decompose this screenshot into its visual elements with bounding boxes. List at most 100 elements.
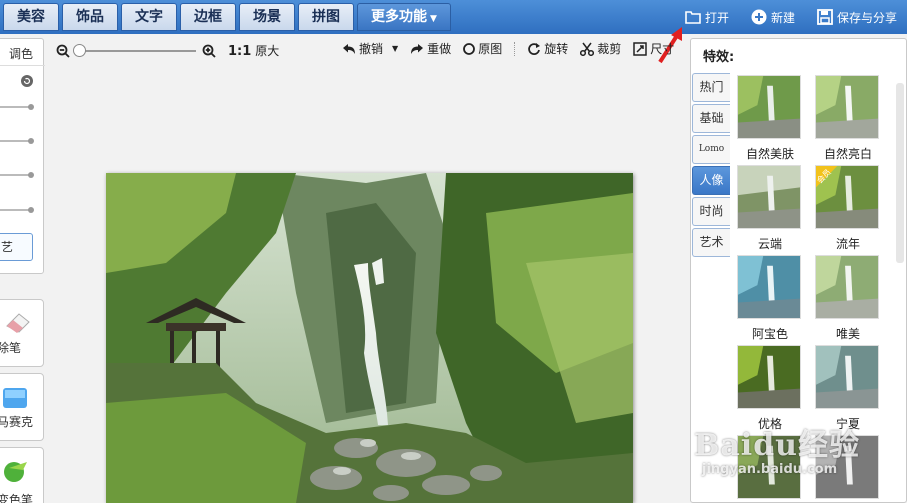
adjust-panel: 调色 艺 — [0, 38, 45, 274]
mosaic-label: 马赛克 — [0, 415, 34, 429]
rotate-icon — [528, 42, 541, 55]
nav-tab-beauty[interactable]: 美容 — [3, 3, 59, 31]
effect-name: 自然美肤 — [745, 147, 794, 161]
nav-tab-accessories[interactable]: 饰品 — [62, 3, 118, 31]
tune-label: 调色 — [9, 47, 34, 61]
original-size-button[interactable]: 1:1 原大 — [228, 42, 279, 59]
crop-label: 裁剪 — [597, 42, 622, 56]
mosaic-tool[interactable]: 马赛克 — [0, 373, 44, 441]
size-button[interactable]: 尺寸 — [633, 40, 674, 57]
original-label: 原图 — [478, 42, 503, 56]
redo-icon — [411, 43, 424, 54]
undo-dropdown-icon[interactable]: ▼ — [392, 44, 398, 53]
open-label: 打开 — [704, 10, 729, 25]
nav-more-button[interactable]: 更多功能 ▼ — [357, 3, 451, 31]
caret-down-icon: ▼ — [430, 14, 437, 24]
nav-tab-collage[interactable]: 拼图 — [298, 3, 354, 31]
mosaic-icon — [3, 388, 27, 408]
rotate-label: 旋转 — [544, 42, 569, 56]
zoom-slider-handle[interactable] — [73, 43, 86, 57]
eraser-tool[interactable]: 除笔 — [0, 299, 44, 367]
slider-handle[interactable] — [28, 104, 34, 110]
tab-fashion[interactable]: 时尚 — [692, 197, 730, 226]
slider-handle[interactable] — [28, 172, 34, 178]
reset-icon[interactable] — [21, 75, 33, 87]
zoom-control: 1:1 原大 — [56, 42, 279, 59]
effect-thumbnail — [737, 345, 801, 409]
top-toolbar: 美容 饰品 文字 边框 场景 拼图 更多功能 ▼ 打开 新建 保存与分享 — [0, 0, 907, 34]
plus-circle-icon — [751, 9, 767, 25]
slider-handle[interactable] — [28, 207, 34, 213]
crop-button[interactable]: 裁剪 — [580, 40, 621, 57]
effects-scrollbar[interactable] — [896, 83, 904, 263]
effect-name: 自然亮白 — [823, 147, 872, 161]
redo-label: 重做 — [427, 42, 452, 56]
effect-natural-skin[interactable]: 自然美肤 — [737, 75, 803, 162]
open-button[interactable]: 打开 — [685, 9, 729, 26]
eraser-icon — [6, 313, 30, 333]
tab-portrait[interactable]: 人像 — [692, 166, 730, 195]
circle-icon — [463, 42, 476, 55]
color-pen-label: 变色笔 — [0, 493, 34, 503]
edit-toolbar: 撤销 ▼ 重做 原图 旋转 裁剪 尺寸 — [342, 40, 674, 57]
undo-icon — [343, 43, 355, 54]
zoom-in-icon[interactable] — [202, 44, 216, 58]
watermark-logo: Baidu经验 — [694, 428, 860, 463]
zoom-slider[interactable] — [73, 43, 196, 57]
main-nav: 美容 饰品 文字 边框 场景 拼图 更多功能 ▼ — [3, 3, 451, 31]
art-button[interactable]: 艺 — [0, 233, 33, 261]
effect-thumbnail — [737, 255, 801, 319]
new-button[interactable]: 新建 — [751, 9, 795, 26]
effect-category-tabs: 热门 基础 Lomo 人像 时尚 艺术 — [692, 73, 732, 259]
effect-yoghurt[interactable]: 优格 — [737, 345, 803, 432]
folder-icon — [685, 9, 701, 25]
effect-name: 流年 — [835, 237, 860, 251]
baidu-watermark: Baidu经验 jingyan.baidu.com — [694, 420, 860, 477]
size-label: 尺寸 — [650, 42, 675, 56]
effect-thumbnail — [737, 165, 801, 229]
effect-name: 唯美 — [835, 327, 860, 341]
tab-lomo[interactable]: Lomo — [692, 135, 730, 164]
effect-ningxia[interactable]: 宁夏 — [815, 345, 881, 432]
nav-tab-border[interactable]: 边框 — [180, 3, 236, 31]
tab-basic[interactable]: 基础 — [692, 104, 730, 133]
nav-tab-scene[interactable]: 场景 — [239, 3, 295, 31]
effect-abao-color[interactable]: 阿宝色 — [737, 255, 803, 342]
tab-hot[interactable]: 热门 — [692, 73, 730, 102]
resize-icon — [633, 41, 647, 56]
undo-button[interactable]: 撤销 ▼ — [342, 40, 398, 57]
original-button[interactable]: 原图 — [463, 40, 502, 57]
effect-name: 云端 — [757, 237, 782, 251]
effect-thumbnail — [737, 75, 801, 139]
effect-cloud[interactable]: 云端 — [737, 165, 803, 252]
save-share-button[interactable]: 保存与分享 — [817, 9, 897, 26]
photo-canvas[interactable] — [106, 173, 633, 503]
scissors-icon — [580, 42, 595, 56]
eraser-label: 除笔 — [0, 341, 22, 355]
rotate-button[interactable]: 旋转 — [527, 40, 568, 57]
zoom-out-icon[interactable] — [56, 44, 70, 58]
redo-button[interactable]: 重做 — [410, 40, 451, 57]
waterfall-photo — [106, 173, 633, 503]
effect-aesthetic[interactable]: 唯美 — [815, 255, 881, 342]
save-share-label: 保存与分享 — [836, 10, 897, 25]
effect-thumbnail — [815, 75, 879, 139]
divider — [0, 65, 45, 66]
nav-more-label: 更多功能 — [371, 9, 427, 25]
undo-label: 撤销 — [359, 42, 384, 56]
color-pen-tool[interactable]: 变色笔 — [0, 447, 44, 503]
effect-fleeting-years[interactable]: 流年 会员 — [815, 165, 881, 252]
effects-title: 特效: — [703, 50, 735, 65]
slider-handle[interactable] — [28, 138, 34, 144]
new-label: 新建 — [770, 10, 795, 25]
nav-tab-text[interactable]: 文字 — [121, 3, 177, 31]
tab-art[interactable]: 艺术 — [692, 228, 730, 257]
effect-thumbnail — [815, 255, 879, 319]
color-pen-icon — [4, 462, 27, 482]
effect-natural-bright[interactable]: 自然亮白 — [815, 75, 881, 162]
ratio-label: 1:1 — [228, 44, 252, 59]
watermark-url: jingyan.baidu.com — [702, 462, 838, 477]
effect-thumbnail — [815, 345, 879, 409]
toolbar-divider — [514, 41, 516, 56]
effect-name: 阿宝色 — [751, 327, 788, 341]
